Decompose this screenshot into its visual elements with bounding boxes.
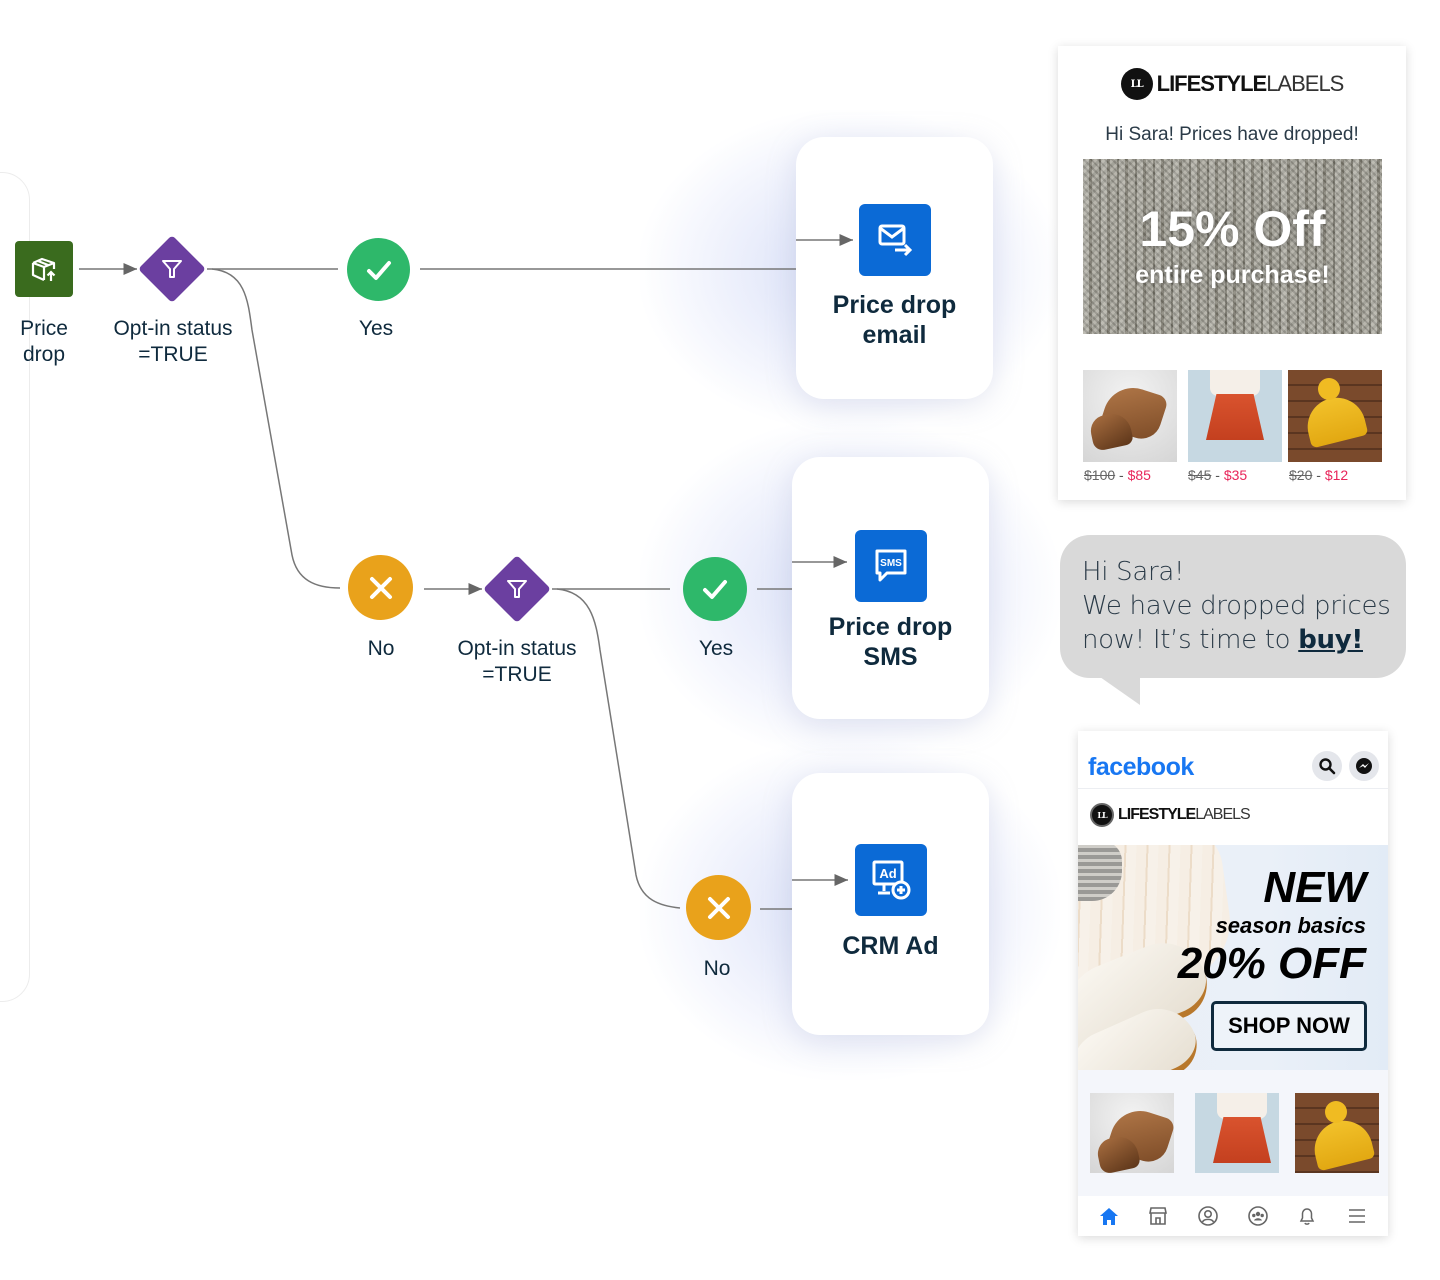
facebook-bottom-nav [1078,1196,1388,1236]
logo-mark: LL [1120,68,1153,100]
nav-home[interactable] [1095,1202,1123,1230]
no-node-1[interactable] [348,555,413,620]
sms-message: Hi Sara! We have dropped prices now! It’… [1082,557,1391,655]
brand-name-bold: LIFESTYLE [1118,806,1196,823]
sms-buy-link[interactable]: buy! [1298,625,1363,655]
trigger-node[interactable] [15,241,73,297]
nav-marketplace[interactable] [1144,1202,1172,1230]
home-icon [1099,1208,1118,1225]
shop-now-button[interactable]: SHOP NOW [1211,1001,1367,1051]
no-node-2[interactable] [686,875,751,940]
ad-discount: 20% OFF [1177,939,1366,988]
email-greeting: Hi Sara! Prices have dropped! [1105,124,1359,145]
groups-icon [1247,1206,1268,1226]
no-label-2: No [703,957,731,980]
product-thumb-boots[interactable] [1090,1093,1174,1173]
sponsor-page-header: LL LIFESTYLELABELS [1078,789,1388,845]
brand-name-bold: LIFESTYLE [1156,71,1268,96]
nav-profile[interactable] [1194,1202,1222,1230]
ad-headline: NEW [1263,863,1366,912]
yes-node-2[interactable] [683,557,747,621]
nav-menu[interactable] [1343,1202,1371,1230]
filter-icon [507,580,527,598]
nav-notifications[interactable] [1293,1202,1321,1230]
product-price: $45 - $35 [1188,467,1248,483]
product-image-boots [1083,370,1177,462]
x-icon [369,576,392,599]
email-preview: LL LIFESTYLELABELS Hi Sara! Prices have … [1058,46,1406,500]
ad-subheadline: season basics [1215,913,1366,938]
bubble-tail [1100,677,1140,705]
yes-node-1[interactable] [347,238,410,301]
filter-icon [162,260,182,278]
facebook-logo: facebook [1088,753,1194,781]
brand-logo: LL LIFESTYLELABELS [1090,803,1251,827]
logo-mark: LL [1090,803,1114,827]
check-icon [366,260,391,280]
yes-label-1: Yes [358,317,394,340]
sms-preview-bubble: Hi Sara! We have dropped prices now! It’… [1060,535,1406,705]
brand-name-light: LABELS [1195,806,1250,823]
ad-creative[interactable]: NEW season basics 20% OFF SHOP NOW [1078,845,1388,1070]
brand-logo: LL LIFESTYLELABELS [1058,68,1406,100]
profile-icon [1198,1206,1218,1226]
yes-label-2: Yes [698,637,734,660]
product-price: $20 - $12 [1289,467,1349,483]
decision-label-1: Opt-in status =TRUE [113,317,233,366]
bell-icon [1300,1208,1315,1225]
check-icon [703,580,727,599]
nav-groups[interactable] [1244,1202,1272,1230]
trigger-label: Price drop [20,317,68,366]
product-image-skirt [1188,370,1282,462]
box-arrow-up-icon [31,257,56,282]
hero-discount: 15% Off [1139,201,1326,257]
x-icon [707,896,730,919]
product-thumb-beanie[interactable] [1295,1093,1379,1173]
product-thumb-skirt[interactable] [1195,1093,1279,1173]
facebook-header: facebook [1078,731,1388,789]
facebook-ad-preview: facebook LL LIFESTYLELABELS NEW season b… [1078,731,1388,1236]
marketplace-icon [1149,1207,1168,1225]
product-price: $100 - $85 [1084,467,1151,483]
hamburger-menu-icon [1349,1209,1366,1223]
search-button[interactable] [1312,751,1342,781]
messenger-button[interactable] [1349,751,1379,781]
hero-subtitle: entire purchase! [1135,261,1330,289]
email-hero-banner: 15% Off entire purchase! [1083,159,1382,334]
product-image-beanie [1288,370,1382,462]
decision-label-2: Opt-in status =TRUE [457,637,577,686]
brand-name-light: LABELS [1266,71,1344,96]
messenger-icon [1356,758,1372,774]
no-label-1: No [367,637,395,660]
search-icon [1319,758,1336,775]
